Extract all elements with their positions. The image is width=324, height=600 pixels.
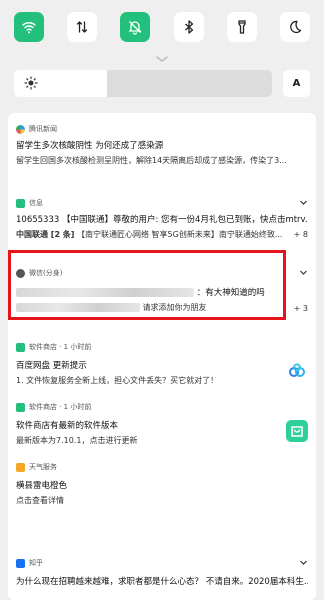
- notification-body: 留学生回国多次核酸检测呈阴性，解除14天隔离后却成了感染源，传染了3...: [16, 156, 287, 165]
- mobile-data-icon: [77, 21, 88, 33]
- silent-mode-icon: [128, 21, 142, 35]
- notification-title: 留学生多次核酸阴性 为何还成了感染源: [16, 141, 164, 151]
- app-store-icon: [16, 342, 25, 352]
- app-store-large-icon: [286, 420, 308, 442]
- auto-brightness-button[interactable]: A: [283, 70, 310, 97]
- brightness-slider[interactable]: [14, 70, 272, 97]
- sms-text: 【南宁联通匠心网络 智享5G创新未来】南宁联通始终致...: [77, 230, 283, 239]
- baidu-netdisk-icon: [286, 360, 308, 382]
- notification-weather[interactable]: 天气服务 横县雷电橙色 点击查看详情: [8, 460, 316, 506]
- app-name: 信息: [29, 199, 43, 207]
- wifi-icon: [22, 21, 36, 34]
- app-store-icon: [16, 402, 25, 412]
- chevron-down-icon[interactable]: [299, 268, 308, 277]
- notification-body: 1. 文件恢复服务全新上线，担心文件丢失？买它就对了！: [16, 376, 219, 385]
- quick-settings-row: [14, 12, 310, 44]
- wifi-toggle[interactable]: [14, 12, 44, 42]
- message-count-badge: + 8: [293, 230, 308, 239]
- notification-line1: 10655333 【中国联通】尊敬的用户: 您有一份4月礼包已到账，快点击mtr…: [16, 215, 308, 225]
- chevron-down-icon[interactable]: [299, 198, 308, 207]
- flashlight-icon: [238, 20, 246, 34]
- tencent-news-icon: [16, 124, 25, 134]
- brightness-icon: [24, 76, 38, 90]
- expand-handle-icon[interactable]: [147, 55, 177, 63]
- flashlight-toggle[interactable]: [226, 12, 257, 42]
- zhihu-icon: [16, 558, 25, 568]
- notification-body: 最新版本为7.10.1，点击进行更新: [16, 436, 138, 445]
- bluetooth-icon: [184, 20, 193, 34]
- app-name: 软件商店 · 1 小时前: [29, 403, 92, 411]
- mobile-data-toggle[interactable]: [67, 12, 98, 42]
- notification-title: 为什么现在招聘越来越难，求职者都是什么心态？ 不请自来。2020届本科生...: [16, 577, 308, 587]
- notification-sms[interactable]: 信息 10655333 【中国联通】尊敬的用户: 您有一份4月礼包已到账，快点击…: [8, 196, 316, 244]
- app-name: 天气服务: [29, 463, 57, 471]
- weather-icon: [16, 462, 25, 472]
- app-name: 软件商店 · 1 小时前: [29, 343, 92, 351]
- app-name: 腾讯新闻: [29, 125, 57, 133]
- silent-mode-toggle[interactable]: [120, 12, 151, 42]
- notification-appstore-baidu[interactable]: 软件商店 · 1 小时前 百度网盘 更新提示 1. 文件恢复服务全新上线，担心文…: [8, 340, 316, 386]
- app-name: 知乎: [29, 559, 43, 567]
- message-count-badge: + 3: [293, 304, 308, 313]
- sms-sender: 中国联通 [2 条]: [16, 230, 75, 239]
- red-highlight-box: [8, 250, 286, 320]
- notification-tencent-news[interactable]: 腾讯新闻 留学生多次核酸阴性 为何还成了感染源 留学生回国多次核酸检测呈阴性，解…: [8, 122, 316, 170]
- notification-title: 软件商店有最新的软件版本: [16, 421, 119, 431]
- brightness-track: [106, 70, 272, 97]
- dark-mode-icon: [290, 20, 302, 34]
- notification-body: 点击查看详情: [16, 496, 64, 505]
- chevron-down-icon[interactable]: [299, 558, 308, 567]
- notification-title: 横县雷电橙色: [16, 481, 68, 491]
- notification-zhihu[interactable]: 知乎 为什么现在招聘越来越难，求职者都是什么心态？ 不请自来。2020届本科生.…: [8, 556, 316, 596]
- sms-icon: [16, 198, 25, 208]
- notification-title: 百度网盘 更新提示: [16, 361, 87, 371]
- notification-appstore-update[interactable]: 软件商店 · 1 小时前 软件商店有最新的软件版本 最新版本为7.10.1，点击…: [8, 400, 316, 446]
- bluetooth-toggle[interactable]: [173, 12, 204, 42]
- dark-mode-toggle[interactable]: [279, 12, 310, 42]
